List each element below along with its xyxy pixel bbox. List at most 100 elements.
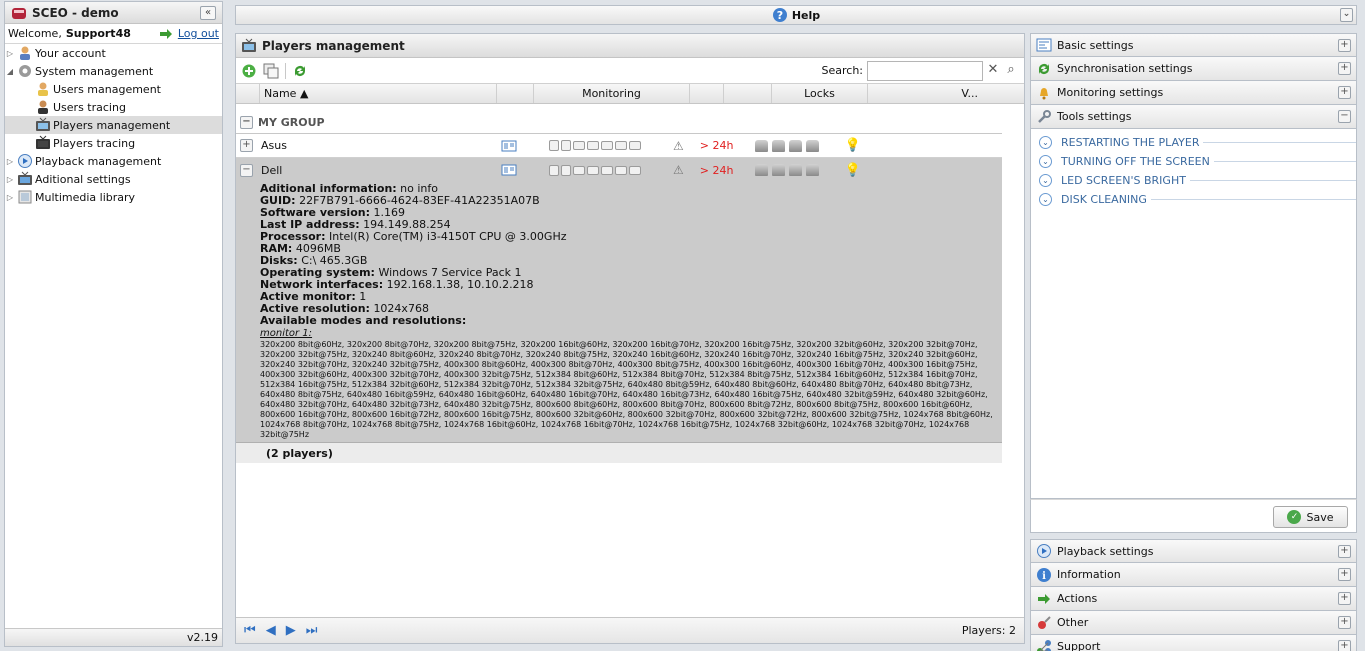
status-icon <box>629 141 641 150</box>
lock-icon[interactable] <box>805 164 819 176</box>
table-row[interactable]: − Dell ⚠ > 24h 💡 <box>236 158 1002 182</box>
sidebar-item-playback-management[interactable]: ▷ Playback management <box>5 152 222 170</box>
table-row[interactable]: + Asus ⚠ > 24h 💡 <box>236 134 1002 158</box>
status-icon <box>601 165 613 175</box>
accordion-playback-settings[interactable]: Playback settings + <box>1030 539 1357 563</box>
status-icon <box>615 165 627 175</box>
lock-icon[interactable] <box>805 139 819 152</box>
col-v[interactable]: V... <box>868 84 988 103</box>
details-card-icon[interactable] <box>501 162 517 178</box>
collapse-sidebar-button[interactable]: « <box>200 5 216 20</box>
status-icon <box>587 141 599 150</box>
expand-icon[interactable]: + <box>1338 568 1351 581</box>
expand-icon[interactable]: + <box>1338 86 1351 99</box>
status-icon <box>561 140 571 151</box>
prev-page-icon[interactable]: ◀ <box>266 623 276 638</box>
expand-arrow-icon[interactable]: ▷ <box>5 157 15 166</box>
locks-icons <box>754 139 823 152</box>
sidebar-item-system-management[interactable]: ◢ System management <box>5 62 222 80</box>
version-label: v2.19 <box>186 631 218 644</box>
sidebar-item-multimedia-library[interactable]: ▷ Multimedia library <box>5 188 222 206</box>
logout-link[interactable]: Log out <box>178 27 219 40</box>
expand-icon[interactable]: + <box>1338 616 1351 629</box>
lock-icon[interactable] <box>788 139 802 152</box>
logout-arrow-icon[interactable] <box>158 26 174 42</box>
svg-text:?: ? <box>777 9 783 22</box>
col-monitoring[interactable]: Monitoring <box>534 84 690 103</box>
monitoring-status-icons <box>549 140 643 151</box>
sidebar-item-users-tracing[interactable]: Users tracing <box>5 98 222 116</box>
accordion-basic-settings[interactable]: Basic settings + <box>1030 33 1357 57</box>
expand-icon[interactable]: + <box>1338 640 1351 651</box>
sidebar-item-users-management[interactable]: Users management <box>5 80 222 98</box>
copy-icon[interactable] <box>263 63 279 79</box>
lock-icon[interactable] <box>771 164 785 176</box>
sidebar-item-your-account[interactable]: ▷ Your account <box>5 44 222 62</box>
accordion-other[interactable]: Other + <box>1030 611 1357 635</box>
sidebar-item-players-management[interactable]: Players management <box>5 116 222 134</box>
collapse-row-button[interactable]: − <box>240 163 253 177</box>
first-page-icon[interactable]: ⏮ <box>244 623 256 638</box>
accordion-monitoring-settings[interactable]: Monitoring settings + <box>1030 81 1357 105</box>
tool-item-screen-off[interactable]: ⌄ TURNING OFF THE SCREEN <box>1031 152 1356 171</box>
add-icon[interactable] <box>241 63 257 79</box>
lock-icon[interactable] <box>788 164 802 176</box>
chevron-down-icon[interactable]: ⌄ <box>1039 155 1052 168</box>
expand-arrow-icon[interactable]: ▷ <box>5 175 15 184</box>
tool-item-disk-cleaning[interactable]: ⌄ DISK CLEANING <box>1031 190 1356 209</box>
sidebar-item-players-tracing[interactable]: Players tracing <box>5 134 222 152</box>
sidebar-item-label: Your account <box>35 46 106 60</box>
chevron-down-icon[interactable]: ⌄ <box>1039 174 1052 187</box>
details-card-icon[interactable] <box>501 138 517 154</box>
help-bar[interactable]: ? Help ⌄ <box>235 5 1357 25</box>
lock-icon[interactable] <box>771 139 785 152</box>
players-total: Players: 2 <box>961 624 1016 637</box>
last-page-icon[interactable]: ⏭ <box>306 623 318 638</box>
accordion-information[interactable]: i Information + <box>1030 563 1357 587</box>
chevron-down-icon[interactable]: ⌄ <box>1039 136 1052 149</box>
col-name-label: Name ▲ <box>264 87 309 100</box>
expand-icon[interactable]: + <box>1338 62 1351 75</box>
expand-row-button[interactable]: + <box>240 139 253 152</box>
col-time <box>724 84 772 103</box>
accordion-support[interactable]: Support + <box>1030 635 1357 651</box>
accordion-actions[interactable]: Actions + <box>1030 587 1357 611</box>
expand-arrow-icon[interactable]: ▷ <box>5 193 15 202</box>
bell-icon <box>1036 85 1052 101</box>
help-collapse-button[interactable]: ⌄ <box>1340 8 1353 22</box>
accordion-sync-settings[interactable]: Synchronisation settings + <box>1030 57 1357 81</box>
refresh-icon[interactable] <box>292 63 308 79</box>
tool-item-led-bright[interactable]: ⌄ LED SCREEN'S BRIGHT <box>1031 171 1356 190</box>
col-locks[interactable]: Locks <box>772 84 868 103</box>
expand-arrow-icon[interactable]: ▷ <box>5 49 15 58</box>
library-icon <box>17 189 33 205</box>
next-page-icon[interactable]: ▶ <box>286 623 296 638</box>
collapse-arrow-icon[interactable]: ◢ <box>5 67 15 76</box>
search-input[interactable] <box>867 60 983 81</box>
save-button[interactable]: ✓ Save <box>1273 506 1348 528</box>
tool-item-restart[interactable]: ⌄ RESTARTING THE PLAYER <box>1031 133 1356 152</box>
col-name[interactable]: Name ▲ <box>260 84 497 103</box>
chevron-down-icon[interactable]: ⌄ <box>1039 193 1052 206</box>
collapse-icon[interactable]: − <box>1338 110 1351 123</box>
players-count-label: (2 players) <box>266 446 333 460</box>
accordion-tools-settings[interactable]: Tools settings − <box>1030 105 1357 129</box>
sidebar: SCEO - demo « Welcome, Support48 Log out… <box>4 1 223 647</box>
sidebar-item-label: System management <box>35 64 154 78</box>
bulb-icon: 💡 <box>844 138 861 153</box>
sidebar-item-aditional-settings[interactable]: ▷ Aditional settings <box>5 170 222 188</box>
expand-icon[interactable]: + <box>1338 544 1351 558</box>
last-seen: > 24h <box>699 163 734 177</box>
search-icon[interactable]: ⌕ <box>1003 61 1019 81</box>
expand-icon[interactable]: + <box>1338 38 1351 52</box>
players-panel: Players management Search: ✕ ⌕ Name ▲ Mo… <box>235 33 1025 644</box>
group-row[interactable]: − MY GROUP <box>236 112 1002 134</box>
search-label: Search: <box>821 64 864 77</box>
clear-search-icon[interactable]: ✕ <box>985 61 1001 81</box>
expand-icon[interactable]: + <box>1338 592 1351 605</box>
status-icon <box>549 140 559 151</box>
lock-icon[interactable] <box>754 139 768 152</box>
collapse-group-button[interactable]: − <box>240 116 253 129</box>
help-title: Help <box>791 8 821 22</box>
lock-icon[interactable] <box>754 164 768 176</box>
